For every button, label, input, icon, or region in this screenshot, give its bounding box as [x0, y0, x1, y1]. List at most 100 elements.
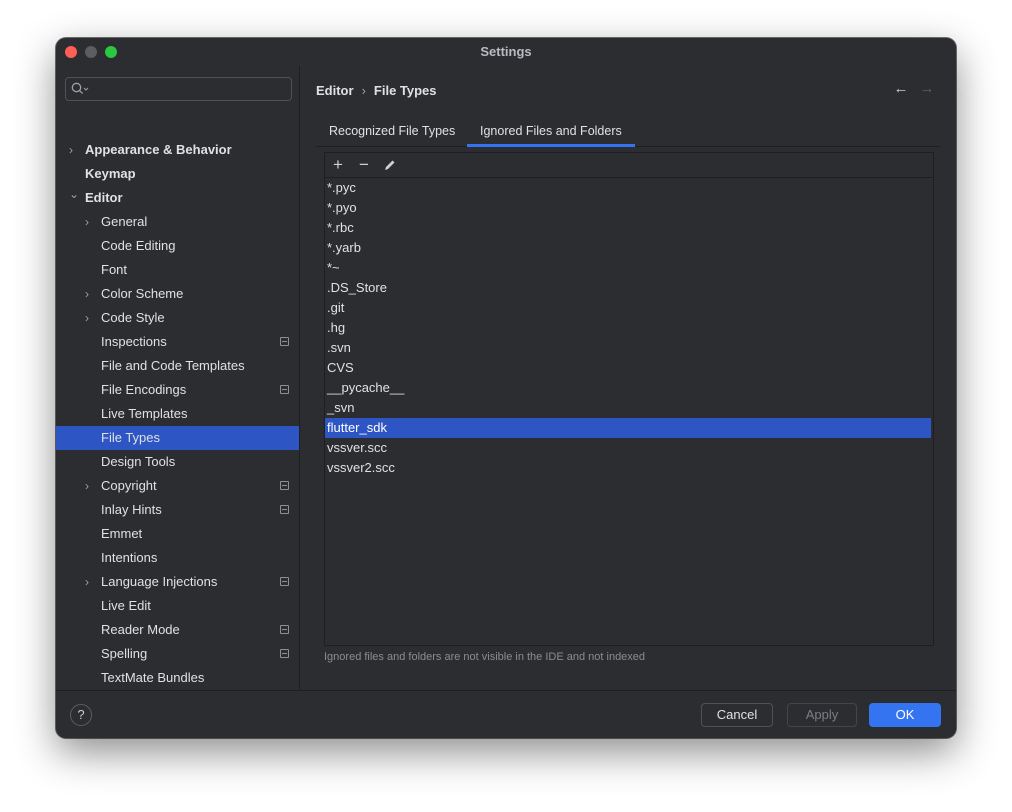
- sidebar-item-label: Font: [101, 258, 127, 282]
- list-item[interactable]: .hg: [325, 318, 931, 338]
- list-toolbar: + −: [325, 153, 933, 178]
- sidebar-item-file-and-code-templates[interactable]: File and Code Templates: [56, 354, 299, 378]
- chevron-right-icon[interactable]: ›: [85, 570, 89, 594]
- sidebar-item-file-encodings[interactable]: File Encodings: [56, 378, 299, 402]
- chevron-right-icon[interactable]: ›: [85, 282, 89, 306]
- project-settings-icon: [280, 625, 289, 634]
- sidebar-item-label: File and Code Templates: [101, 354, 245, 378]
- sidebar-item-general[interactable]: › General: [56, 210, 299, 234]
- sidebar-item-appearance-behavior[interactable]: › Appearance & Behavior: [56, 138, 299, 162]
- sidebar-item-label: Inlay Hints: [101, 498, 162, 522]
- sidebar-item-code-editing[interactable]: Code Editing: [56, 234, 299, 258]
- ok-button[interactable]: OK: [869, 703, 941, 727]
- list-item[interactable]: flutter_sdk: [325, 418, 931, 438]
- sidebar-item-reader-mode[interactable]: Reader Mode: [56, 618, 299, 642]
- file-types-tabs: Recognized File Types Ignored Files and …: [316, 116, 940, 147]
- sidebar-item-inlay-hints[interactable]: Inlay Hints: [56, 498, 299, 522]
- list-item[interactable]: CVS: [325, 358, 931, 378]
- sidebar-item-emmet[interactable]: Emmet: [56, 522, 299, 546]
- list-item[interactable]: *.pyc: [325, 178, 931, 198]
- sidebar-item-label: Appearance & Behavior: [85, 138, 232, 162]
- list-item[interactable]: __pycache__: [325, 378, 931, 398]
- list-item[interactable]: .DS_Store: [325, 278, 931, 298]
- sidebar-item-label: Spelling: [101, 642, 147, 666]
- list-item[interactable]: vssver.scc: [325, 438, 931, 458]
- tab-recognized-file-types[interactable]: Recognized File Types: [316, 116, 468, 146]
- chevron-right-icon[interactable]: ›: [85, 306, 89, 330]
- sidebar-item-label: Keymap: [85, 162, 136, 186]
- window-title: Settings: [480, 44, 531, 59]
- sidebar-item-color-scheme[interactable]: ›Color Scheme: [56, 282, 299, 306]
- minimize-window-button[interactable]: [85, 46, 97, 58]
- list-item[interactable]: *.pyo: [325, 198, 931, 218]
- sidebar-item-file-types[interactable]: File Types: [56, 426, 299, 450]
- list-item[interactable]: vssver2.scc: [325, 458, 931, 478]
- close-window-button[interactable]: [65, 46, 77, 58]
- dialog-footer: ? Cancel Apply OK: [56, 690, 956, 738]
- ignored-files-panel: + − *.pyc*.pyo*.rbc*.yarb*~.DS_Store.git…: [324, 152, 934, 646]
- settings-tree: ›Appearance & BehaviorKeymap⌄Editor›Gene…: [56, 138, 299, 714]
- list-item[interactable]: .svn: [325, 338, 931, 358]
- sidebar-item-label: Copyright: [101, 474, 157, 498]
- list-item[interactable]: _svn: [325, 398, 931, 418]
- search-input[interactable]: [92, 80, 286, 98]
- sidebar-item-copyright[interactable]: › Copyright: [56, 474, 299, 498]
- breadcrumb: Editor›File Types: [316, 82, 437, 100]
- sidebar-item-language-injections[interactable]: › Language Injections: [56, 570, 299, 594]
- settings-search[interactable]: [65, 77, 292, 101]
- sidebar-item-label: Code Style: [101, 306, 165, 330]
- title-bar: Settings: [56, 38, 956, 66]
- sidebar-item-font[interactable]: Font: [56, 258, 299, 282]
- sidebar-item-keymap[interactable]: Keymap: [56, 162, 299, 186]
- list-item[interactable]: *~: [325, 258, 931, 278]
- breadcrumb-current: File Types: [374, 83, 437, 98]
- sidebar-item-label: Intentions: [101, 546, 157, 570]
- chevron-right-icon[interactable]: ›: [85, 474, 89, 498]
- project-settings-icon: [280, 481, 289, 490]
- list-item[interactable]: *.yarb: [325, 238, 931, 258]
- chevron-right-icon[interactable]: ›: [85, 210, 89, 234]
- project-settings-icon: [280, 577, 289, 586]
- sidebar-item-label: Inspections: [101, 330, 167, 354]
- sidebar-item-label: File Types: [101, 426, 160, 450]
- list-item[interactable]: *.rbc: [325, 218, 931, 238]
- sidebar-item-spelling[interactable]: Spelling: [56, 642, 299, 666]
- arrow-left-icon[interactable]: ←: [892, 80, 910, 98]
- sidebar-item-label: Language Injections: [101, 570, 217, 594]
- breadcrumb-parent[interactable]: Editor: [316, 83, 354, 98]
- ignored-files-list: *.pyc*.pyo*.rbc*.yarb*~.DS_Store.git.hg.…: [325, 178, 931, 478]
- sidebar-item-editor[interactable]: ⌄Editor: [56, 186, 299, 210]
- arrow-right-icon[interactable]: →: [918, 80, 936, 98]
- remove-icon[interactable]: −: [353, 154, 375, 176]
- apply-button[interactable]: Apply: [787, 703, 857, 727]
- chevron-right-icon[interactable]: ›: [69, 138, 73, 162]
- edit-pencil-icon[interactable]: [379, 154, 401, 176]
- sidebar-item-live-templates[interactable]: Live Templates: [56, 402, 299, 426]
- chevron-down-icon[interactable]: ⌄: [69, 182, 79, 206]
- project-settings-icon: [280, 505, 289, 514]
- project-settings-icon: [280, 337, 289, 346]
- sidebar-item-intentions[interactable]: Intentions: [56, 546, 299, 570]
- sidebar-item-live-edit[interactable]: Live Edit: [56, 594, 299, 618]
- zoom-window-button[interactable]: [105, 46, 117, 58]
- main-panel: Editor›File Types ← → Recognized File Ty…: [300, 66, 956, 690]
- list-item[interactable]: .git: [325, 298, 931, 318]
- cancel-button[interactable]: Cancel: [701, 703, 773, 727]
- add-icon[interactable]: +: [327, 154, 349, 176]
- sidebar-item-design-tools[interactable]: Design Tools: [56, 450, 299, 474]
- sidebar-item-inspections[interactable]: Inspections: [56, 330, 299, 354]
- sidebar-item-label: Design Tools: [101, 450, 175, 474]
- sidebar-item-code-style[interactable]: › Code Style: [56, 306, 299, 330]
- sidebar-item-label: General: [101, 210, 147, 234]
- sidebar-item-textmate-bundles[interactable]: TextMate Bundles: [56, 666, 299, 690]
- project-settings-icon: [280, 649, 289, 658]
- sidebar-item-label: Live Templates: [101, 402, 187, 426]
- tab-ignored-files-and-folders[interactable]: Ignored Files and Folders: [467, 116, 635, 146]
- sidebar-item-label: Code Editing: [101, 234, 175, 258]
- sidebar-item-label: TextMate Bundles: [101, 666, 204, 690]
- sidebar-item-label: File Encodings: [101, 378, 186, 402]
- project-settings-icon: [280, 385, 289, 394]
- sidebar-item-label: Emmet: [101, 522, 142, 546]
- settings-sidebar: ›Appearance & BehaviorKeymap⌄Editor›Gene…: [56, 66, 300, 690]
- help-icon[interactable]: ?: [70, 704, 92, 726]
